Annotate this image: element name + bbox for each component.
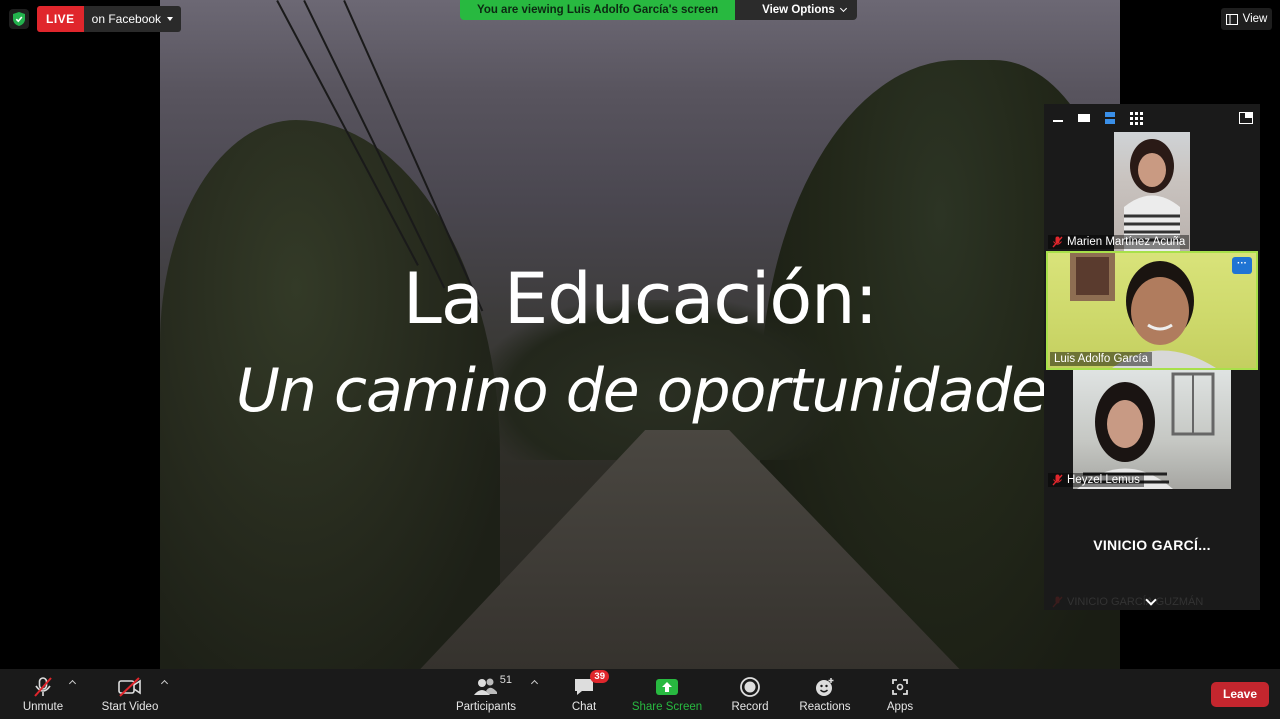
chevron-down-icon xyxy=(839,4,847,13)
apps-button[interactable]: Apps xyxy=(878,669,922,719)
leave-button[interactable]: Leave xyxy=(1211,682,1269,707)
panel-header xyxy=(1044,104,1260,132)
participants-icon: 51 xyxy=(474,674,512,698)
participant-display-name: VINICIO GARCÍ... xyxy=(1093,537,1211,553)
participant-avatar xyxy=(1077,372,1215,489)
live-destination: on Facebook xyxy=(84,6,181,32)
participant-tile[interactable]: VINICIO GARCÍ... VINICIO GARCÍA GUZMÁN xyxy=(1046,489,1258,610)
participant-video xyxy=(1073,370,1231,489)
unmute-label: Unmute xyxy=(22,701,64,713)
record-icon xyxy=(739,676,761,698)
unmute-button[interactable]: Unmute xyxy=(18,669,68,719)
shared-screen: La Educación: Un camino de oportunidades xyxy=(160,0,1120,669)
audio-options-caret-icon[interactable] xyxy=(68,679,77,688)
share-screen-icon xyxy=(655,676,679,698)
participant-name: VINICIO GARCÍA GUZMÁN xyxy=(1067,596,1204,608)
more-options-button[interactable]: ··· xyxy=(1232,257,1252,274)
view-label: View xyxy=(1242,13,1268,25)
participant-name-tag: Marien Martínez Acuña xyxy=(1048,235,1190,249)
grid-view-icon xyxy=(1225,13,1238,25)
muted-mic-icon xyxy=(32,676,54,698)
slide-title: La Educación: xyxy=(402,258,878,340)
chat-icon: 39 xyxy=(573,670,609,698)
start-video-label: Start Video xyxy=(101,701,159,713)
apps-icon xyxy=(890,676,910,698)
viewing-banner-text: You are viewing Luis Adolfo García's scr… xyxy=(460,0,736,20)
share-screen-button[interactable]: Share Screen xyxy=(630,669,704,719)
video-off-icon xyxy=(117,676,143,698)
security-shield-icon[interactable] xyxy=(9,9,29,29)
participant-avatar xyxy=(1070,253,1216,368)
participants-video-panel: Marien Martínez Acuña ··· Luis Adolfo Ga… xyxy=(1044,104,1260,610)
muted-mic-icon xyxy=(1052,596,1063,608)
slide-subtitle: Un camino de oportunidades xyxy=(236,356,1078,426)
viewing-banner: You are viewing Luis Adolfo García's scr… xyxy=(460,0,857,20)
participants-label: Participants xyxy=(455,701,517,713)
participant-avatar xyxy=(1124,139,1180,251)
record-label: Record xyxy=(731,701,769,713)
meeting-toolbar: Unmute Start Video 51 Participants 39 Ch… xyxy=(0,669,1280,719)
view-options-button[interactable]: View Options xyxy=(735,0,857,20)
participant-name-tag: VINICIO GARCÍA GUZMÁN xyxy=(1052,596,1203,608)
participant-name: Marien Martínez Acuña xyxy=(1067,236,1186,248)
reactions-icon xyxy=(814,676,836,698)
video-options-caret-icon[interactable] xyxy=(160,679,169,688)
participant-tile[interactable]: Heyzel Lemus xyxy=(1046,370,1258,489)
view-options-label: View Options xyxy=(762,4,835,16)
apps-label: Apps xyxy=(886,701,914,713)
reactions-label: Reactions xyxy=(799,701,851,713)
view-button[interactable]: View xyxy=(1221,8,1272,30)
live-badge: LIVE xyxy=(37,6,84,32)
muted-mic-icon xyxy=(1052,236,1063,248)
exit-panel-icon[interactable] xyxy=(1239,112,1253,124)
muted-mic-icon xyxy=(1052,474,1063,486)
participants-count: 51 xyxy=(499,674,512,686)
minimize-icon[interactable] xyxy=(1051,112,1065,124)
chat-label: Chat xyxy=(571,701,597,713)
start-video-button[interactable]: Start Video xyxy=(98,669,162,719)
participant-video xyxy=(1048,253,1256,368)
gallery-view-icon[interactable] xyxy=(1129,111,1143,125)
share-screen-label: Share Screen xyxy=(631,701,703,713)
speaker-view-icon[interactable] xyxy=(1103,112,1117,124)
participants-button[interactable]: 51 Participants xyxy=(454,669,518,719)
record-button[interactable]: Record xyxy=(728,669,772,719)
caret-down-icon xyxy=(167,17,174,21)
live-destination-label: on Facebook xyxy=(91,12,162,26)
participant-video xyxy=(1114,132,1190,251)
live-stream-indicator[interactable]: LIVE on Facebook xyxy=(37,6,182,32)
participant-tile-active-speaker[interactable]: ··· Luis Adolfo García xyxy=(1046,251,1258,370)
chat-button[interactable]: 39 Chat xyxy=(562,669,609,719)
thumbnail-view-icon[interactable] xyxy=(1077,112,1091,124)
zoom-window: La Educación: Un camino de oportunidades… xyxy=(0,0,1280,719)
participant-name: Heyzel Lemus xyxy=(1067,474,1140,486)
participant-name: Luis Adolfo García xyxy=(1054,353,1148,365)
reactions-button[interactable]: Reactions xyxy=(798,669,852,719)
participant-name-tag: Luis Adolfo García xyxy=(1050,352,1152,366)
participant-tile[interactable]: Marien Martínez Acuña xyxy=(1046,132,1258,251)
chat-unread-badge: 39 xyxy=(590,670,609,683)
participants-options-caret-icon[interactable] xyxy=(530,679,539,688)
participant-name-tag: Heyzel Lemus xyxy=(1048,473,1144,487)
